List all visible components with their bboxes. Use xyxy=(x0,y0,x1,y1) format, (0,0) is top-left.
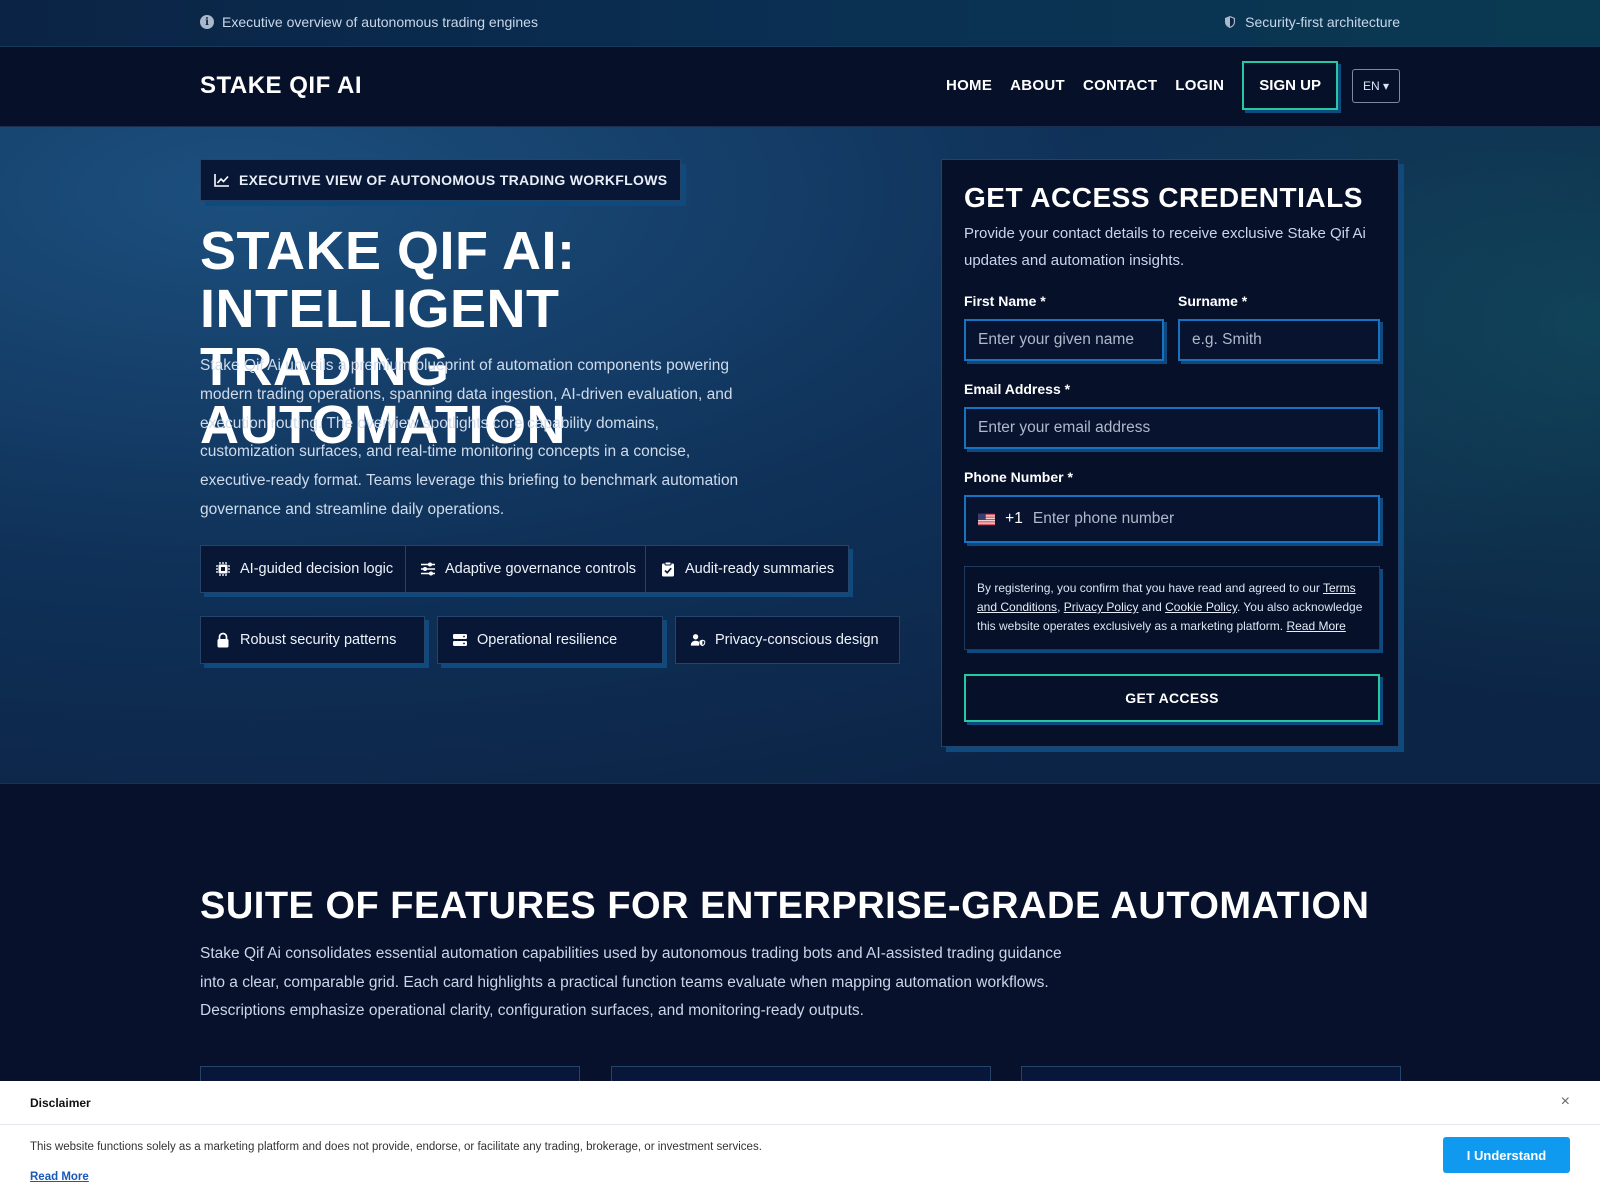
feature-chip: Audit-ready summaries xyxy=(645,545,850,593)
phone-dial-code[interactable]: +1 xyxy=(1005,510,1023,528)
first-name-label: First Name * xyxy=(964,293,1046,309)
feature-chip: Adaptive governance controls xyxy=(405,545,652,593)
get-access-button[interactable]: GET ACCESS xyxy=(964,674,1380,722)
language-select[interactable]: EN ▾ xyxy=(1351,68,1400,103)
understand-button[interactable]: I Understand xyxy=(1443,1137,1570,1173)
signup-button[interactable]: SIGN UP xyxy=(1242,61,1338,110)
consent-sep: , xyxy=(1057,600,1064,614)
access-form-card: GET ACCESS CREDENTIALS Provide your cont… xyxy=(941,159,1399,747)
chart-line-icon xyxy=(214,174,229,187)
user-shield-icon xyxy=(690,632,706,648)
phone-input[interactable] xyxy=(1032,510,1366,528)
hero-description: Stake Qif Ai unveils a premium blueprint… xyxy=(200,357,739,518)
sliders-icon xyxy=(420,561,436,577)
consent-text-pre: By registering, you confirm that you hav… xyxy=(977,581,1323,595)
nav-link-contact[interactable]: CONTACT xyxy=(1083,77,1157,94)
chip-label: Privacy-conscious design xyxy=(715,632,879,648)
nav-link-login[interactable]: LOGIN xyxy=(1175,77,1224,94)
consent-box: By registering, you confirm that you hav… xyxy=(964,566,1380,650)
privacy-link[interactable]: Privacy Policy xyxy=(1064,600,1139,614)
clipboard-check-icon xyxy=(660,561,676,577)
features-description: Stake Qif Ai consolidates essential auto… xyxy=(200,945,1062,1019)
feature-chip: AI-guided decision logic xyxy=(200,545,409,593)
hero-eyebrow-text: EXECUTIVE VIEW OF AUTONOMOUS TRADING WOR… xyxy=(239,172,668,188)
disclaimer-read-more-link[interactable]: Read More xyxy=(30,1171,89,1183)
topbar-right: Security-first architecture xyxy=(1223,14,1400,30)
feature-chip: Privacy-conscious design xyxy=(675,616,900,664)
brand-logo[interactable]: STAKE QIF AI xyxy=(200,72,362,100)
disclaimer-header: Disclaimer × xyxy=(0,1081,1600,1125)
surname-field[interactable] xyxy=(1178,319,1380,361)
consent-read-more-link[interactable]: Read More xyxy=(1286,619,1345,633)
disclaimer-banner: Disclaimer × This website functions sole… xyxy=(0,1081,1600,1200)
disclaimer-title: Disclaimer xyxy=(30,1096,91,1110)
us-flag-icon[interactable] xyxy=(978,513,996,526)
topbar-left-text: Executive overview of autonomous trading… xyxy=(222,14,538,30)
surname-input[interactable] xyxy=(1192,331,1366,349)
hero-section: EXECUTIVE VIEW OF AUTONOMOUS TRADING WOR… xyxy=(0,127,1600,784)
disclaimer-text: This website functions solely as a marke… xyxy=(30,1141,762,1153)
first-name-field[interactable] xyxy=(964,319,1164,361)
phone-label: Phone Number * xyxy=(964,469,1073,485)
shield-icon xyxy=(1225,16,1236,28)
chip-icon xyxy=(215,561,231,577)
features-title: SUITE OF FEATURES FOR ENTERPRISE-GRADE A… xyxy=(200,885,1370,927)
cookie-link[interactable]: Cookie Policy xyxy=(1165,600,1237,614)
consent-and: and xyxy=(1138,600,1166,614)
nav-links: HOME ABOUT CONTACT LOGIN SIGN UP EN ▾ xyxy=(946,61,1400,110)
chip-label: Audit-ready summaries xyxy=(685,561,835,577)
nav-link-home[interactable]: HOME xyxy=(946,77,992,94)
close-icon[interactable]: × xyxy=(1561,1093,1570,1111)
chip-label: Adaptive governance controls xyxy=(445,561,637,577)
lock-icon xyxy=(215,632,231,648)
form-title: GET ACCESS CREDENTIALS xyxy=(964,182,1363,213)
chip-label: AI-guided decision logic xyxy=(240,561,394,577)
first-name-input[interactable] xyxy=(978,331,1150,349)
main-nav: STAKE QIF AI HOME ABOUT CONTACT LOGIN SI… xyxy=(0,47,1600,127)
top-info-bar: i Executive overview of autonomous tradi… xyxy=(0,0,1600,47)
topbar-right-text: Security-first architecture xyxy=(1245,14,1400,30)
chip-label: Operational resilience xyxy=(477,632,618,648)
chip-label: Robust security patterns xyxy=(240,632,397,648)
phone-field[interactable]: +1 xyxy=(964,495,1380,543)
email-label: Email Address * xyxy=(964,381,1071,397)
feature-chip: Operational resilience xyxy=(437,616,663,664)
email-input[interactable] xyxy=(978,419,1366,437)
feature-chip: Robust security patterns xyxy=(200,616,425,664)
email-field[interactable] xyxy=(964,407,1380,449)
hero-eyebrow: EXECUTIVE VIEW OF AUTONOMOUS TRADING WOR… xyxy=(200,159,682,201)
server-icon xyxy=(452,632,468,648)
surname-label: Surname * xyxy=(1178,293,1248,309)
info-icon: i xyxy=(200,15,214,29)
topbar-left: i Executive overview of autonomous tradi… xyxy=(200,14,538,30)
form-subtitle: Provide your contact details to receive … xyxy=(964,225,1366,269)
nav-link-about[interactable]: ABOUT xyxy=(1010,77,1065,94)
